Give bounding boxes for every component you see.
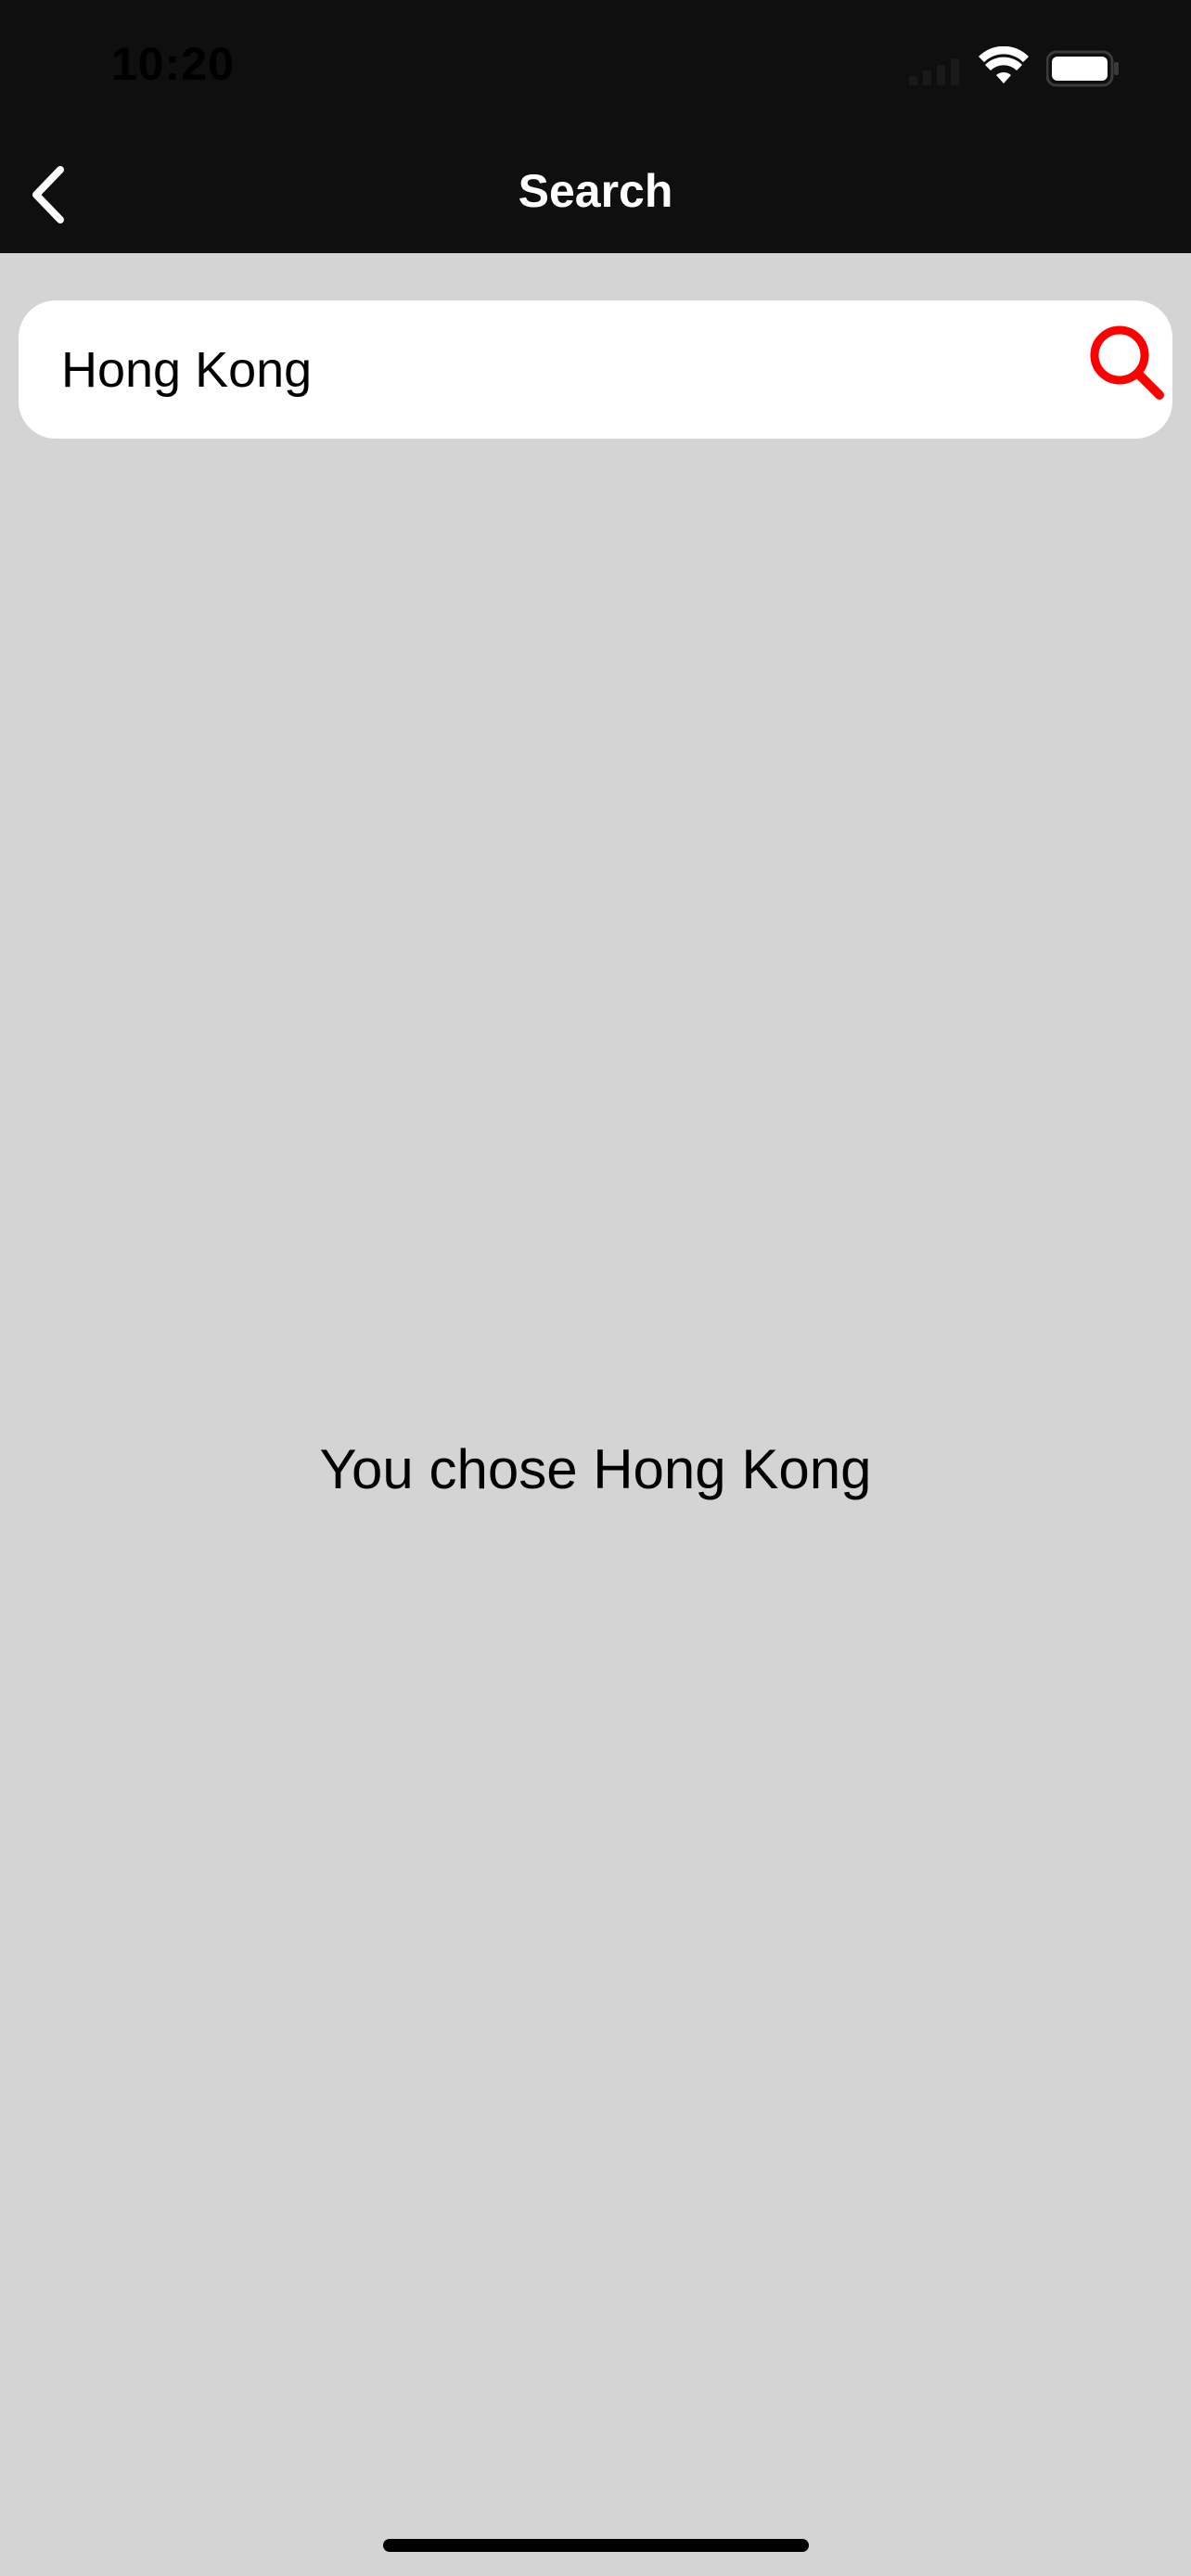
navigation-bar: Search [0,137,1191,253]
home-indicator[interactable] [383,2539,809,2552]
back-button[interactable] [11,158,85,232]
status-bar: 10:20 [0,0,1191,137]
search-icon [1090,325,1164,400]
status-time: 10:20 [111,38,235,90]
result-message: You chose Hong Kong [319,1438,872,1500]
wifi-icon [979,46,1029,83]
signal-icon [909,58,959,85]
search-input[interactable] [61,300,1044,439]
chevron-left-icon [32,166,64,223]
battery-icon [1046,50,1119,87]
search-button[interactable] [1085,321,1169,404]
page-title: Search [518,165,673,217]
search-bar [19,300,1172,439]
